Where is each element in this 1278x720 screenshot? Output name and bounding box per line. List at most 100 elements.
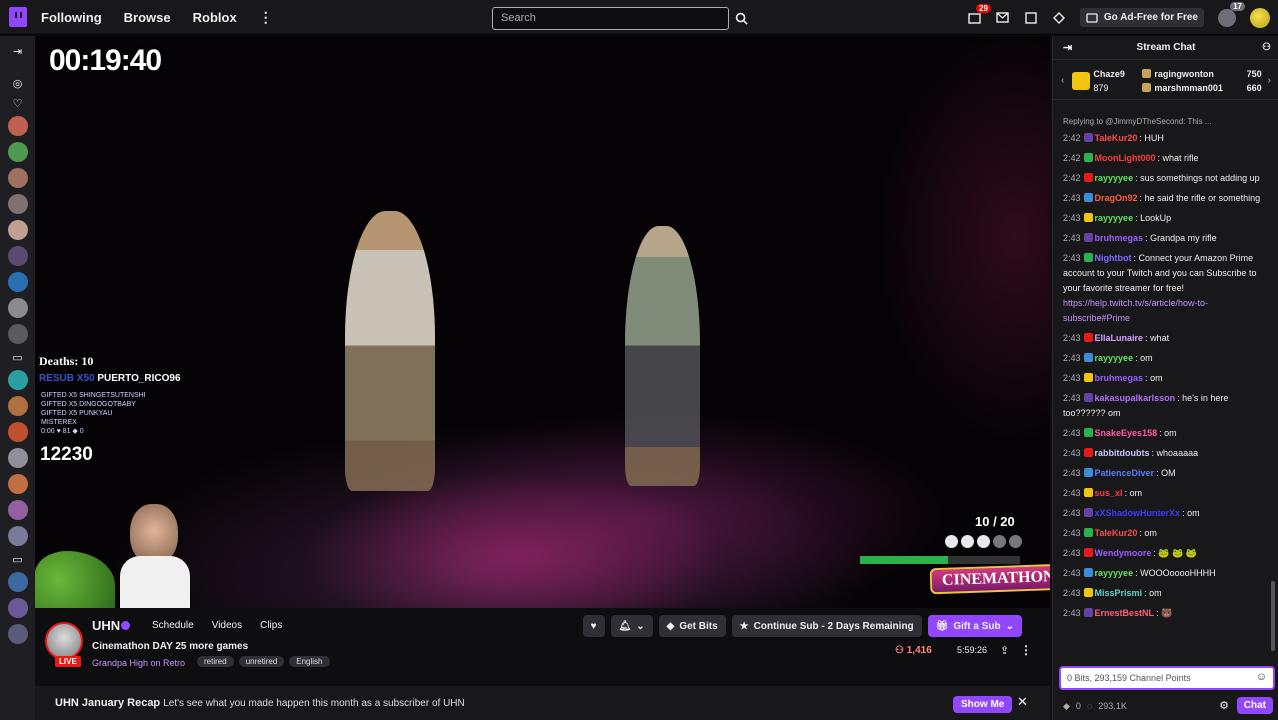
emote-icon[interactable]: ☺: [1256, 671, 1267, 683]
gift-sub-button[interactable]: 🎁︎ Gift a Sub ⌄: [927, 615, 1022, 637]
user-avatar[interactable]: [1250, 7, 1270, 28]
chat-username[interactable]: Wendymoore: [1095, 548, 1152, 558]
notifications-icon[interactable]: 29: [968, 3, 991, 25]
twitch-logo-icon[interactable]: [9, 7, 27, 27]
channel-avatar[interactable]: [7, 572, 28, 592]
chat-username[interactable]: rayyyyee: [1095, 568, 1134, 578]
channel-avatar[interactable]: [7, 474, 28, 494]
channel-avatar[interactable]: [7, 500, 28, 520]
camera-icon[interactable]: ▭: [11, 350, 25, 364]
tab-videos[interactable]: Videos: [212, 620, 242, 631]
camera-icon[interactable]: ▭: [11, 552, 25, 566]
chevron-right-icon[interactable]: ›: [1268, 75, 1271, 86]
nav-browse[interactable]: Browse: [124, 10, 171, 25]
more-icon[interactable]: ⋮: [259, 9, 273, 26]
chat-username[interactable]: MissPrismi: [1095, 588, 1143, 598]
chat-username[interactable]: rabbitdoubts: [1095, 448, 1150, 458]
channel-points[interactable]: ◆ 0 ◌ 293.1K: [1063, 701, 1127, 712]
chat-username[interactable]: SnakeEyes158: [1095, 428, 1158, 438]
channel-avatar[interactable]: [7, 272, 28, 292]
chat-username[interactable]: xXShadowHunterXx: [1095, 508, 1181, 518]
score-counter: 12230: [40, 444, 93, 465]
chat-username[interactable]: PatienceDiver: [1095, 468, 1155, 478]
chat-username[interactable]: rayyyyee: [1095, 213, 1134, 223]
crown-icon[interactable]: [1052, 11, 1066, 25]
chat-input[interactable]: 0 Bits, 293,159 Channel Points ☺: [1059, 666, 1275, 690]
chat-username[interactable]: Nightbot: [1095, 253, 1132, 263]
channel-avatar[interactable]: [7, 448, 28, 468]
expand-sidebar-icon[interactable]: ⇥: [11, 44, 25, 58]
chat-message: Replying to @JimmyDTheSecond: This ... 2:…: [1063, 114, 1271, 146]
channel-avatar-large[interactable]: [45, 622, 83, 660]
users-icon[interactable]: ⚇: [1262, 42, 1271, 53]
chat-username[interactable]: TaleKur20: [1095, 528, 1138, 538]
viewer-count: ⚇ 1,416: [895, 645, 932, 656]
plant-decor: [35, 551, 115, 608]
chat-username[interactable]: kakasupalkarlsson: [1095, 393, 1176, 403]
channel-name[interactable]: UHN: [92, 618, 120, 633]
channel-avatar[interactable]: [7, 142, 28, 162]
channel-avatar[interactable]: [7, 624, 28, 644]
channel-avatar[interactable]: [7, 116, 28, 136]
message-link[interactable]: https://help.twitch.tv/s/article/how-to-…: [1063, 298, 1208, 323]
leaderboard-first: Chaze9 879: [1072, 69, 1142, 93]
channel-avatar[interactable]: [7, 370, 28, 390]
channel-avatar[interactable]: [7, 220, 28, 240]
bits-icon[interactable]: 17: [1218, 1, 1245, 27]
chat-username[interactable]: DragOn92: [1095, 193, 1138, 203]
reply-context[interactable]: Replying to @JimmyDTheSecond: This ...: [1063, 114, 1271, 129]
channel-avatar[interactable]: [7, 422, 28, 442]
message-time: 2:43: [1063, 448, 1081, 458]
tag-chip[interactable]: retired: [197, 656, 234, 667]
gear-icon[interactable]: ⚙: [1219, 699, 1229, 712]
chat-username[interactable]: TaleKur20: [1095, 133, 1138, 143]
message-time: 2:43: [1063, 468, 1081, 478]
chat-scrollbar[interactable]: [1271, 581, 1275, 651]
chat-username[interactable]: EllaLunaire: [1095, 333, 1144, 343]
chevron-left-icon[interactable]: ‹: [1061, 75, 1064, 86]
notifications-button[interactable]: 🔔︎ ⌄: [610, 615, 653, 637]
nav-roblox[interactable]: Roblox: [193, 10, 237, 25]
tab-clips[interactable]: Clips: [260, 620, 282, 631]
game-link[interactable]: Grandpa High on Retro: [92, 658, 185, 668]
chat-username[interactable]: sus_xl: [1095, 488, 1123, 498]
channel-avatar[interactable]: [7, 526, 28, 546]
channel-avatar[interactable]: [7, 396, 28, 416]
channel-avatar[interactable]: [7, 246, 28, 266]
collapse-chat-icon[interactable]: ⇥: [1063, 41, 1072, 54]
inbox-icon[interactable]: [996, 11, 1010, 25]
tag-chip[interactable]: unretired: [238, 656, 285, 667]
close-icon[interactable]: ✕: [1017, 694, 1028, 710]
follow-button[interactable]: ♥: [582, 615, 605, 637]
channel-avatar[interactable]: [7, 324, 28, 344]
video-player[interactable]: 00:19:40 Deaths: 10 RESUB X50 PUERTO_RIC…: [35, 36, 1050, 608]
share-icon[interactable]: ⇪: [1000, 644, 1009, 657]
whispers-icon[interactable]: [1024, 11, 1038, 25]
channel-avatar[interactable]: [7, 194, 28, 214]
show-me-button[interactable]: Show Me: [953, 696, 1013, 713]
tag-chip[interactable]: English: [289, 656, 330, 667]
recommended-icon[interactable]: ◎: [11, 76, 25, 90]
search-input[interactable]: Search: [492, 7, 729, 30]
chat-username[interactable]: MoonLight000: [1095, 153, 1156, 163]
message-text: whoaaaaa: [1156, 448, 1199, 458]
chat-username[interactable]: bruhmegas: [1095, 233, 1144, 243]
get-bits-button[interactable]: ◆ Get Bits: [658, 615, 726, 637]
chat-username[interactable]: ErnestBestNL: [1095, 608, 1155, 618]
heart-icon[interactable]: ♡: [11, 96, 25, 110]
chat-username[interactable]: rayyyyee: [1095, 353, 1134, 363]
more-options-icon[interactable]: ⋮: [1020, 643, 1032, 657]
ad-free-button[interactable]: Go Ad-Free for Free: [1079, 8, 1204, 27]
channel-avatar[interactable]: [7, 298, 28, 318]
channel-avatar[interactable]: [7, 598, 28, 618]
chat-username[interactable]: bruhmegas: [1095, 373, 1144, 383]
chat-username[interactable]: rayyyyee: [1095, 173, 1134, 183]
channel-avatar[interactable]: [7, 168, 28, 188]
search-button[interactable]: [731, 7, 751, 29]
nav-following[interactable]: Following: [41, 10, 102, 25]
message-text: OM: [1161, 468, 1176, 478]
tab-schedule[interactable]: Schedule: [152, 620, 194, 631]
chat-send-button[interactable]: Chat: [1236, 697, 1273, 714]
message-time: 2:43: [1063, 568, 1081, 578]
continue-sub-button[interactable]: ★ Continue Sub - 2 Days Remaining: [731, 615, 922, 637]
